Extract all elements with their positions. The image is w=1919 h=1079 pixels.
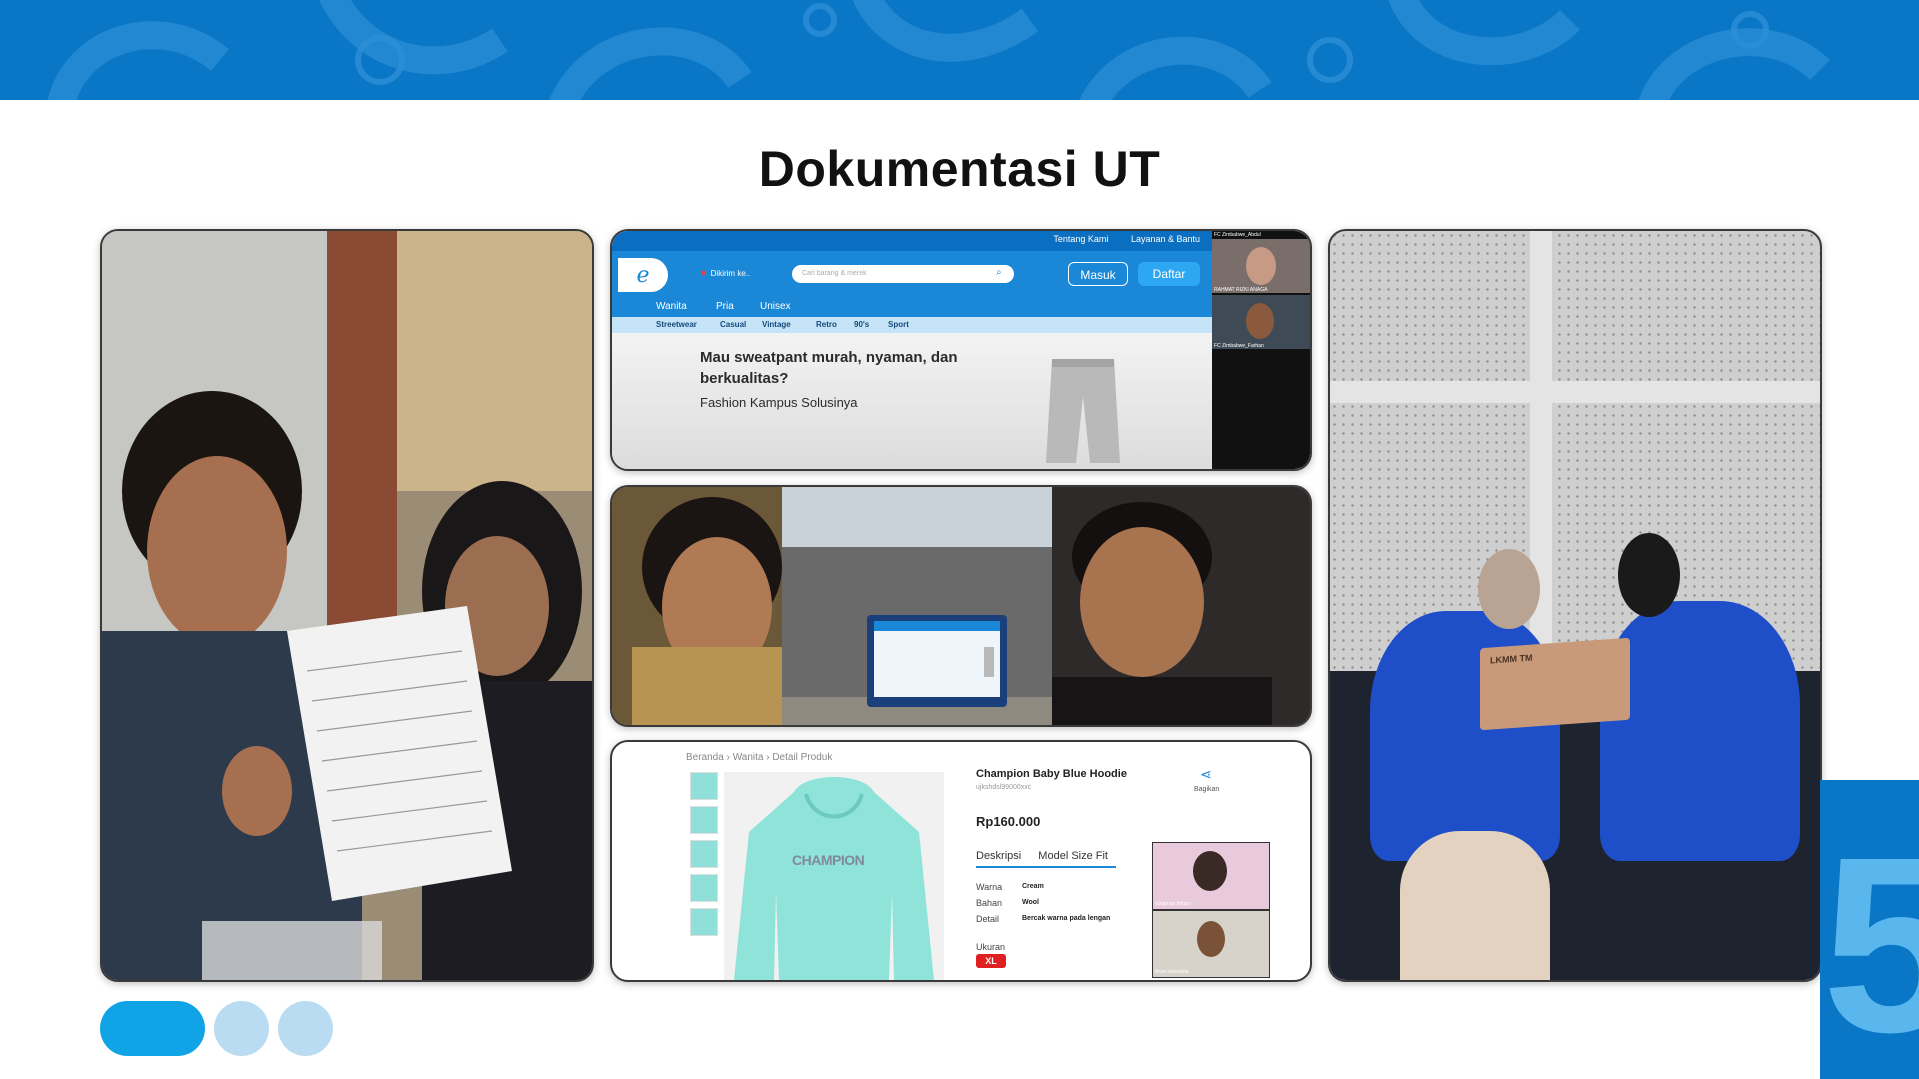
page-number-box: 5: [1820, 780, 1919, 1079]
photo-people-holding-form: [102, 231, 592, 980]
site-top-links: Tentang Kami Layanan & Bantu: [1033, 234, 1200, 244]
hoodie-image: [734, 777, 934, 980]
person-hijab: [1478, 549, 1540, 629]
page-number: 5: [1822, 805, 1919, 1079]
product-sku: ujkshdsl99000xxc: [976, 784, 1032, 791]
website-screenshot: Tentang Kami Layanan & Bantu ℯ Dikirim k…: [610, 229, 1312, 471]
attr-label: Warna: [976, 882, 1003, 892]
product-thumbnail[interactable]: [690, 840, 718, 868]
tab-underline: [976, 866, 1116, 868]
attr-value: Cream: [1022, 883, 1044, 890]
participant-video-1: [1212, 239, 1310, 293]
search-icon[interactable]: ⌕: [996, 267, 1002, 278]
attr-value: Wool: [1022, 899, 1039, 906]
nav-pria[interactable]: Pria: [716, 301, 734, 312]
site-logo[interactable]: ℯ: [618, 258, 668, 292]
product-name: Champion Baby Blue Hoodie: [976, 768, 1127, 780]
tab-deskripsi[interactable]: Deskripsi: [976, 850, 1021, 862]
share-icon[interactable]: ⋖: [1200, 766, 1212, 783]
product-detail-screenshot: Beranda › Wanita › Detail Produk CHAMPIO…: [610, 740, 1312, 982]
register-button[interactable]: Daftar: [1138, 262, 1200, 286]
participant-video-3: idzqonah brkaro: [1152, 842, 1270, 910]
subnav-retro[interactable]: Retro: [816, 320, 837, 329]
attr-value: Bercak warna pada lengan: [1022, 915, 1111, 922]
participant-name: FC Zimbabwe_Farhan: [1214, 343, 1264, 349]
pager-dot[interactable]: [278, 1001, 333, 1056]
wall-seam: [1330, 381, 1820, 403]
nav-unisex[interactable]: Unisex: [760, 301, 791, 312]
product-thumbnail[interactable]: [690, 772, 718, 800]
share-label[interactable]: Bagikan: [1194, 786, 1219, 793]
hoodie-print-text: CHAMPION: [792, 852, 865, 868]
attr-label: Detail: [976, 914, 1000, 924]
login-button[interactable]: Masuk: [1068, 262, 1128, 286]
location-label[interactable]: Dikirim ke..: [700, 267, 751, 279]
size-option-xl[interactable]: XL: [976, 954, 1006, 968]
sweatpant-image: [1046, 359, 1120, 463]
product-tabs: Deskripsi Model Size Fit: [976, 850, 1122, 862]
pager-dot[interactable]: [214, 1001, 269, 1056]
subnav-vintage[interactable]: Vintage: [762, 320, 791, 329]
product-price: Rp160.000: [976, 814, 1041, 829]
laptop-logo: LKMM TM: [1490, 652, 1533, 666]
search-input[interactable]: Cari barang & merek: [792, 265, 1014, 283]
attr-label: Bahan: [976, 898, 1003, 908]
participant-name: RAHMAT RIZKI ANAGA: [1214, 287, 1268, 293]
person-hijab: [1618, 533, 1680, 617]
link-tentang-kami[interactable]: Tentang Kami: [1053, 234, 1108, 244]
site-subnav: Streetwear Casual Vintage Retro 90's Spo…: [612, 317, 1212, 333]
product-thumbnail[interactable]: [690, 908, 718, 936]
person-blue-jacket: [1600, 601, 1800, 861]
skirt: [1400, 831, 1550, 980]
subnav-streetwear[interactable]: Streetwear: [656, 320, 697, 329]
participant-name: FC Zimbabwe_Abdul: [1214, 232, 1261, 238]
subnav-sport[interactable]: Sport: [888, 320, 909, 329]
tab-model-size-fit[interactable]: Model Size Fit: [1038, 850, 1108, 862]
pager-active-pill[interactable]: [100, 1001, 205, 1056]
laptop: LKMM TM: [1480, 637, 1630, 731]
product-thumbnail[interactable]: [690, 874, 718, 902]
subnav-90s[interactable]: 90's: [854, 320, 869, 329]
video-call-panel: FC Zimbabwe_Abdul RAHMAT RIZKI ANAGA FC …: [1212, 231, 1310, 469]
link-layanan[interactable]: Layanan & Bantu: [1131, 234, 1200, 244]
banner-pattern: [47, 0, 1830, 100]
photo-selfie-with-monitor: [612, 487, 1310, 725]
product-thumbnail[interactable]: [690, 806, 718, 834]
nav-wanita[interactable]: Wanita: [656, 301, 687, 312]
size-label: Ukuran: [976, 942, 1006, 952]
photo-user-testing-right: LKMM TM: [1328, 229, 1822, 982]
subnav-casual[interactable]: Casual: [720, 320, 746, 329]
participant-name: idzqonah brkaro: [1155, 901, 1191, 907]
breadcrumb[interactable]: Beranda › Wanita › Detail Produk: [686, 752, 832, 763]
participant-video-2: [1212, 295, 1310, 349]
hero-heading: Mau sweatpant murah, nyaman, dan berkual…: [700, 349, 958, 387]
site-nav: Wanita Pria Unisex: [612, 299, 1212, 317]
hero-subheading: Fashion Kampus Solusinya: [700, 395, 858, 410]
slide-title: Dokumentasi UT: [758, 141, 1161, 197]
participant-video-4: ilham krisnanta: [1152, 910, 1270, 978]
participant-name: ilham krisnanta: [1155, 969, 1189, 975]
photo-user-testing-left: [100, 229, 594, 982]
top-banner: [0, 0, 1919, 100]
photo-user-testing-middle: [610, 485, 1312, 727]
